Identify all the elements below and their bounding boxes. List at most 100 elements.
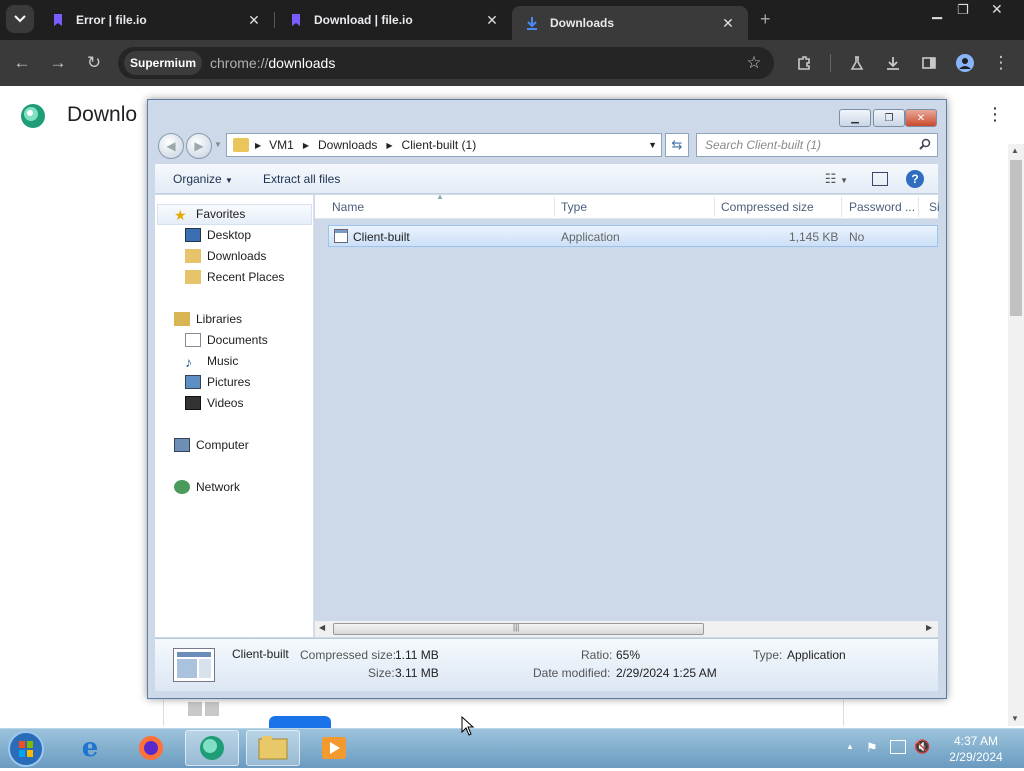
music-icon: ♪	[185, 354, 192, 370]
bookmark-star-icon[interactable]: ☆	[739, 48, 769, 78]
volume-muted-icon[interactable]: 🔇	[914, 739, 930, 755]
page-card-border	[163, 700, 164, 726]
nav-computer[interactable]: Computer	[174, 438, 249, 452]
nav-documents[interactable]: Documents	[185, 333, 268, 347]
downloads-icon[interactable]	[878, 48, 908, 78]
taskbar-supermium-button[interactable]	[185, 730, 239, 766]
reload-button[interactable]: ↻	[79, 48, 109, 78]
scroll-right-icon[interactable]: ▶	[926, 623, 932, 632]
column-compressed-size[interactable]: Compressed size	[721, 200, 814, 214]
nav-recent-places[interactable]: Recent Places	[185, 270, 284, 284]
horizontal-scrollbar[interactable]: ◀ ||| ▶	[315, 621, 938, 637]
labs-flask-icon[interactable]	[842, 48, 872, 78]
taskbar-media-player-button[interactable]	[307, 730, 361, 766]
nav-desktop[interactable]: Desktop	[185, 228, 251, 242]
tab-download-fileio[interactable]: Download | file.io ✕	[276, 4, 512, 36]
help-icon[interactable]: ?	[906, 169, 924, 188]
breadcrumb-vm1[interactable]: VM1	[269, 138, 294, 152]
column-separator[interactable]	[841, 197, 842, 217]
profile-avatar-icon[interactable]	[950, 48, 980, 78]
nav-music[interactable]: ♪ Music	[185, 354, 238, 370]
page-menu-icon[interactable]: ⋮	[986, 104, 1004, 125]
nav-videos[interactable]: Videos	[185, 396, 243, 410]
breadcrumb-arrow-icon[interactable]: ▶	[386, 141, 392, 150]
taskbar-explorer-button[interactable]	[246, 730, 300, 766]
extract-all-button[interactable]: Extract all files	[263, 172, 340, 186]
extensions-icon[interactable]	[789, 48, 819, 78]
preview-pane-icon[interactable]	[872, 171, 888, 186]
page-scrollbar-thumb[interactable]	[1010, 160, 1022, 316]
organize-button[interactable]: Organize ▼	[173, 172, 233, 186]
url-path: downloads	[268, 55, 336, 71]
tab-search-button[interactable]	[6, 5, 34, 33]
nav-label: Network	[196, 480, 241, 494]
column-password[interactable]: Password ...	[849, 200, 915, 214]
browser-menu-icon[interactable]: ⋮	[986, 48, 1016, 78]
breadcrumb-arrow-icon[interactable]: ▶	[303, 141, 309, 150]
network-icon	[174, 480, 190, 494]
forward-button[interactable]: →	[43, 48, 73, 78]
clock-date: 2/29/2024	[949, 750, 1003, 764]
site-chip[interactable]: Supermium	[124, 51, 203, 75]
page-card-border	[843, 700, 844, 726]
maximize-icon: ❐	[884, 112, 894, 124]
minimize-browser-icon[interactable]: ▁	[932, 4, 942, 20]
scroll-left-icon[interactable]: ◀	[319, 623, 325, 632]
minimize-window-button[interactable]: ▁	[839, 109, 871, 127]
tab-downloads[interactable]: Downloads ✕	[512, 6, 748, 40]
close-window-button[interactable]: ✕	[905, 109, 937, 127]
back-button[interactable]: ←	[7, 48, 37, 78]
search-input[interactable]: Search Client-built (1)	[696, 133, 938, 157]
system-clock[interactable]: 4:37 AM 2/29/2024	[936, 733, 1016, 765]
scroll-up-icon[interactable]: ▲	[1011, 146, 1019, 155]
refresh-button[interactable]: ⇆	[665, 133, 689, 157]
page-action-button[interactable]	[269, 716, 331, 728]
action-center-flag-icon[interactable]: ⚑	[866, 740, 878, 756]
nav-favorites[interactable]: ★ Favorites	[174, 207, 245, 223]
nav-pictures[interactable]: Pictures	[185, 375, 250, 389]
taskbar-firefox-button[interactable]	[124, 730, 178, 766]
supermium-logo-icon	[20, 103, 46, 129]
column-separator[interactable]	[714, 197, 715, 217]
nav-downloads[interactable]: Downloads	[185, 249, 266, 263]
command-bar: Organize ▼ Extract all files ☷ ▼ ?	[155, 164, 938, 194]
nav-network[interactable]: Network	[174, 480, 240, 494]
side-panel-icon[interactable]	[914, 48, 944, 78]
size-value: 3.11 MB	[395, 666, 439, 680]
scroll-down-icon[interactable]: ▼	[1011, 714, 1019, 723]
file-row[interactable]: Client-built Application 1,145 KB No	[328, 225, 938, 247]
start-button[interactable]	[7, 730, 45, 768]
close-icon: ✕	[916, 112, 926, 124]
close-tab-icon[interactable]: ✕	[246, 12, 262, 29]
breadcrumb-arrow-icon: ▶	[255, 140, 262, 150]
address-dropdown-icon[interactable]: ▼	[648, 140, 657, 150]
restore-browser-icon[interactable]: ❐	[957, 2, 969, 18]
column-type[interactable]: Type	[561, 200, 587, 214]
new-tab-icon[interactable]: +	[760, 9, 771, 30]
explorer-address-bar[interactable]: ▶ VM1 ▶ Downloads ▶ Client-built (1) ▼	[226, 133, 662, 157]
tab-label: Error | file.io	[76, 13, 147, 27]
breadcrumb-client-built[interactable]: Client-built (1)	[402, 138, 477, 152]
show-hidden-icons-button[interactable]: ▲	[846, 742, 854, 751]
close-tab-icon[interactable]: ✕	[720, 15, 736, 32]
close-browser-icon[interactable]: ✕	[991, 1, 1003, 18]
close-tab-icon[interactable]: ✕	[484, 12, 500, 29]
maximize-window-button[interactable]: ❐	[873, 109, 905, 127]
view-options-icon[interactable]: ☷ ▼	[825, 171, 848, 187]
taskbar-ie-button[interactable]: e	[63, 730, 117, 766]
column-name[interactable]: Name	[332, 200, 364, 214]
folder-icon	[258, 736, 288, 760]
column-separator[interactable]	[554, 197, 555, 217]
nav-libraries[interactable]: Libraries	[174, 312, 242, 326]
supermium-icon	[200, 736, 224, 760]
tab-error-fileio[interactable]: Error | file.io ✕	[38, 4, 274, 36]
omnibox[interactable]: Supermium chrome://downloads	[118, 47, 774, 79]
network-tray-icon[interactable]	[890, 740, 906, 754]
explorer-forward-button[interactable]: ▶	[186, 133, 212, 159]
column-size[interactable]: Si	[929, 200, 940, 214]
column-separator[interactable]	[918, 197, 919, 217]
explorer-back-button[interactable]: ◀	[158, 133, 184, 159]
breadcrumb-downloads[interactable]: Downloads	[318, 138, 377, 152]
recent-pages-dropdown-icon[interactable]: ▼	[214, 140, 222, 149]
refresh-icon: ⇆	[671, 137, 683, 152]
